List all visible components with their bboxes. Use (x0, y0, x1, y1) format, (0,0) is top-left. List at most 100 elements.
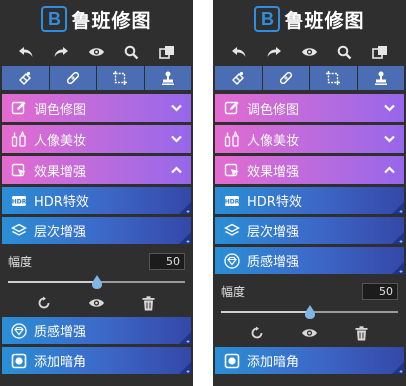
enhance-icon (224, 163, 239, 177)
corner-add-icon[interactable] (179, 362, 191, 374)
menu-portrait-makeup[interactable]: 人像美妆 (215, 125, 404, 153)
slider-value-input[interactable]: 50 (149, 252, 185, 270)
redo-button[interactable] (262, 42, 286, 62)
undo-icon (231, 47, 246, 57)
menu-color-retouch[interactable]: 调色修图 (2, 94, 191, 122)
svg-text:HDR: HDR (225, 198, 240, 205)
effect-label: 质感增强 (34, 325, 87, 340)
effects-list-bottom: 质感增强 添加暗角 (0, 317, 193, 374)
effect-item[interactable]: 质感增强 (215, 247, 404, 274)
corner-add-icon[interactable] (392, 362, 404, 374)
menu-label: 调色修图 (247, 102, 300, 118)
effect-actions (0, 291, 193, 315)
corner-add-icon[interactable] (392, 232, 404, 244)
effect-item[interactable]: 层次增强 (215, 217, 404, 244)
compare-button[interactable] (368, 42, 392, 62)
effect-label: HDR特效 (247, 195, 302, 210)
app-logo: B 鲁班修图 (213, 0, 406, 38)
compare-button[interactable] (155, 42, 179, 62)
menu-label: 效果增强 (34, 164, 87, 180)
tab-crop[interactable] (97, 66, 145, 90)
tab-crop[interactable] (310, 66, 358, 90)
effect-label: 层次增强 (247, 225, 300, 240)
effect-label: 添加暗角 (247, 355, 300, 370)
effect-item[interactable]: 添加暗角 (215, 347, 404, 374)
eraser-icon (19, 71, 32, 86)
redo-button[interactable] (49, 42, 73, 62)
corner-add-icon[interactable] (392, 202, 404, 214)
menu-effect-enhance[interactable]: 效果增强 (2, 156, 191, 184)
preview-effect-button[interactable] (86, 294, 106, 312)
slider-fill (8, 281, 97, 283)
corner-add-icon[interactable] (179, 232, 191, 244)
tab-bandage[interactable] (49, 66, 97, 90)
effect-item[interactable]: HDR HDR特效 (2, 187, 191, 214)
tab-eraser[interactable] (215, 66, 263, 90)
effect-actions (213, 321, 406, 345)
zoom-button[interactable] (333, 42, 357, 62)
chevron-down-icon (170, 104, 182, 112)
chevron-up-icon (383, 166, 395, 174)
tab-eraser[interactable] (2, 66, 50, 90)
corner-add-icon[interactable] (179, 202, 191, 214)
intensity-slider[interactable] (8, 273, 185, 291)
app-name: 鲁班修图 (284, 9, 365, 32)
hdr-icon: HDR (223, 192, 241, 210)
effects-list-top: HDR HDR特效层次增强 (0, 187, 193, 244)
chevron-up-icon (170, 166, 182, 174)
delete-button[interactable] (352, 324, 372, 342)
menu-portrait-makeup[interactable]: 人像美妆 (2, 125, 191, 153)
left-panel: B 鲁班修图 调色修图 人像美妆 效果增强 HDR HDR特效 层次增强 幅度 … (0, 0, 193, 386)
tab-bandage[interactable] (262, 66, 310, 90)
menu-color-retouch[interactable]: 调色修图 (215, 94, 404, 122)
tab-stamp[interactable] (144, 66, 191, 90)
preview-button[interactable] (297, 42, 321, 62)
delete-button[interactable] (139, 294, 159, 312)
undo-button[interactable] (14, 42, 38, 62)
preview-button[interactable] (84, 42, 108, 62)
diamond-icon (10, 322, 28, 340)
effect-item[interactable]: 层次增强 (2, 217, 191, 244)
menu-label: 效果增强 (247, 164, 300, 180)
layers-icon (10, 222, 28, 240)
bandage-icon (279, 71, 292, 85)
reset-button[interactable] (34, 294, 54, 312)
eye-icon (88, 299, 104, 307)
slider-value-input[interactable]: 50 (362, 282, 398, 300)
diamond-icon (223, 252, 241, 270)
intensity-slider[interactable] (221, 303, 398, 321)
top-toolbar (0, 38, 193, 66)
crop-icon (113, 71, 128, 85)
undo-button[interactable] (227, 42, 251, 62)
edit-icon (224, 101, 239, 115)
chevron-down-icon (170, 135, 182, 143)
corner-add-icon[interactable] (179, 332, 191, 344)
effects-list-bottom: 添加暗角 (213, 347, 406, 374)
effect-item[interactable]: HDR HDR特效 (215, 187, 404, 214)
intensity-slider-block: 幅度 50 (0, 247, 193, 291)
edit-icon (11, 101, 26, 115)
effect-label: 层次增强 (34, 225, 87, 240)
menu-label: 人像美妆 (34, 133, 87, 149)
reset-icon (38, 296, 50, 309)
slider-thumb[interactable] (304, 304, 316, 320)
tab-stamp[interactable] (357, 66, 404, 90)
eye-icon (88, 48, 104, 56)
right-panel: B 鲁班修图 调色修图 人像美妆 效果增强 HDR HDR特效 层次增强 质感增… (213, 0, 406, 386)
redo-icon (54, 47, 69, 57)
preview-effect-button[interactable] (299, 324, 319, 342)
effect-label: 添加暗角 (34, 355, 87, 370)
zoom-button[interactable] (120, 42, 144, 62)
effect-item[interactable]: 质感增强 (2, 317, 191, 344)
slider-label: 幅度 (8, 254, 33, 269)
reset-button[interactable] (247, 324, 267, 342)
vignette-icon (10, 352, 28, 370)
menu-effect-enhance[interactable]: 效果增强 (215, 156, 404, 184)
effect-item[interactable]: 添加暗角 (2, 347, 191, 374)
corner-add-icon[interactable] (392, 262, 404, 274)
svg-text:HDR: HDR (12, 198, 27, 205)
reset-icon (251, 326, 263, 339)
zoom-icon (338, 45, 352, 59)
slider-thumb[interactable] (91, 274, 103, 290)
eye-icon (301, 329, 317, 337)
